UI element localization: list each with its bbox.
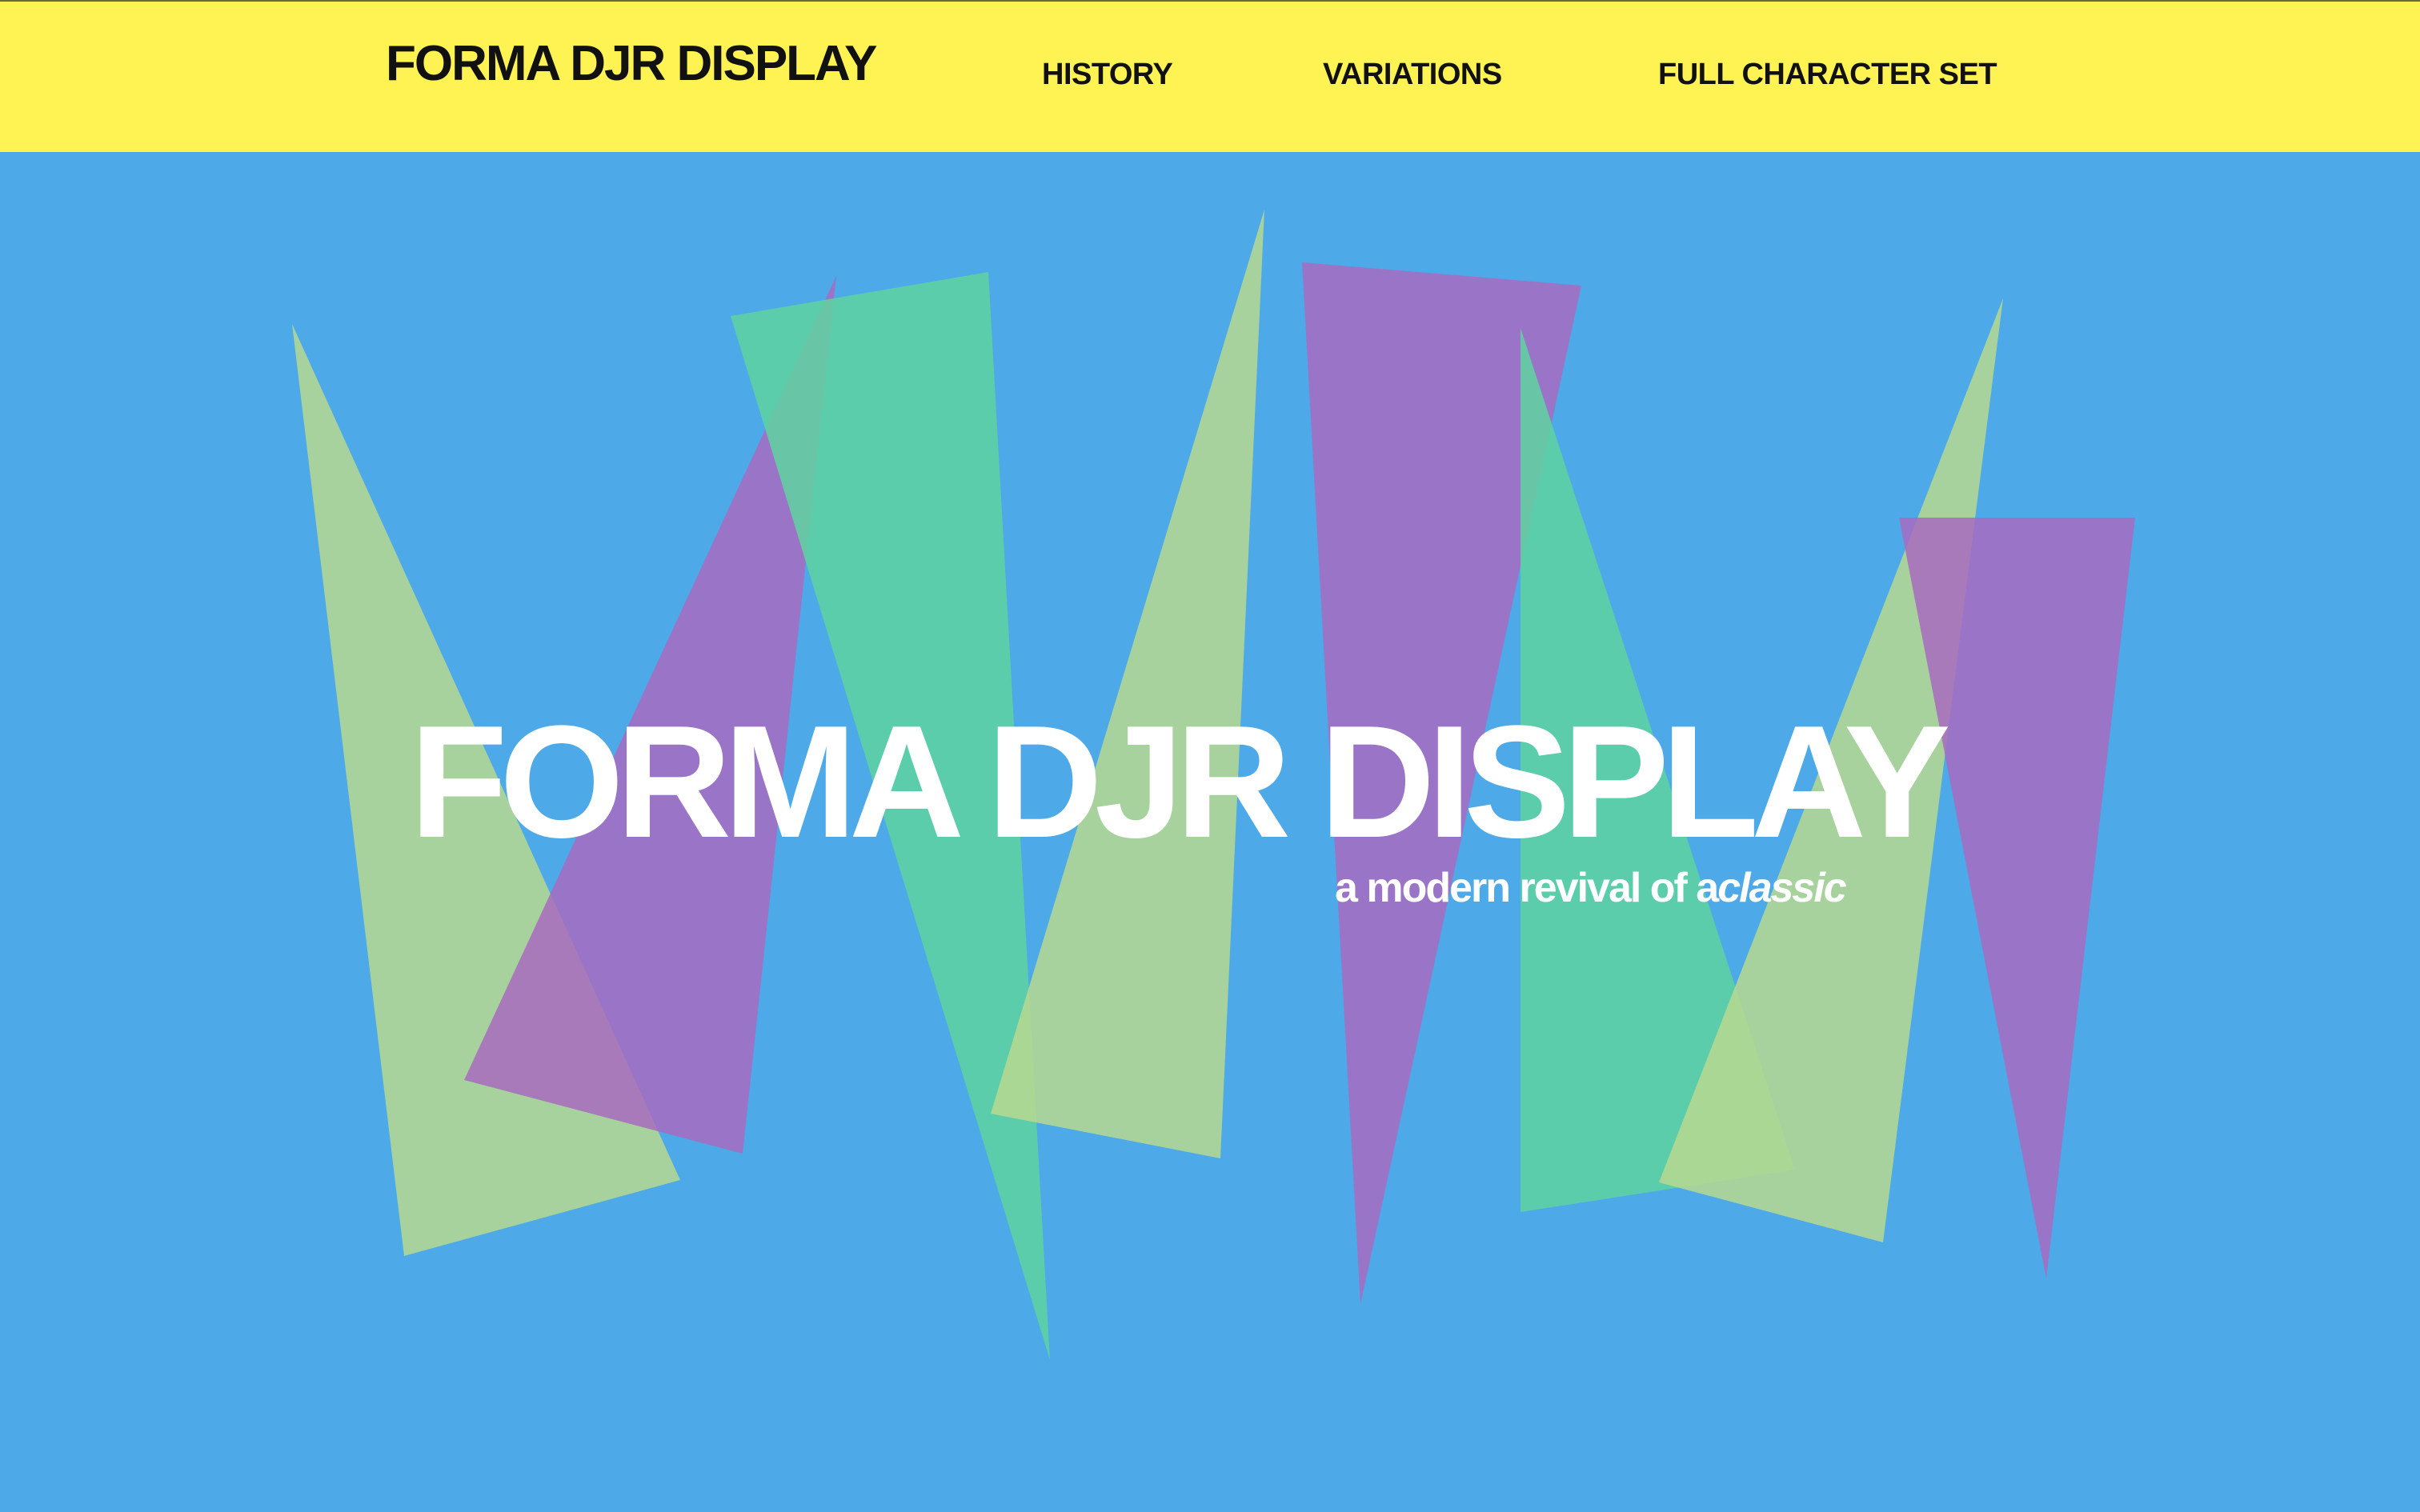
sage-shape-2 <box>991 210 1264 1158</box>
hero-subtitle: a modern revival of aclassic <box>1335 864 1847 912</box>
hero-title: FORMA DJR DISPLAY <box>410 693 1950 871</box>
hero-subtitle-main: a modern revival of a <box>1335 865 1719 911</box>
purple-shape-3 <box>1899 518 2135 1278</box>
hero-subtitle-emphasis: classic <box>1717 865 1846 911</box>
